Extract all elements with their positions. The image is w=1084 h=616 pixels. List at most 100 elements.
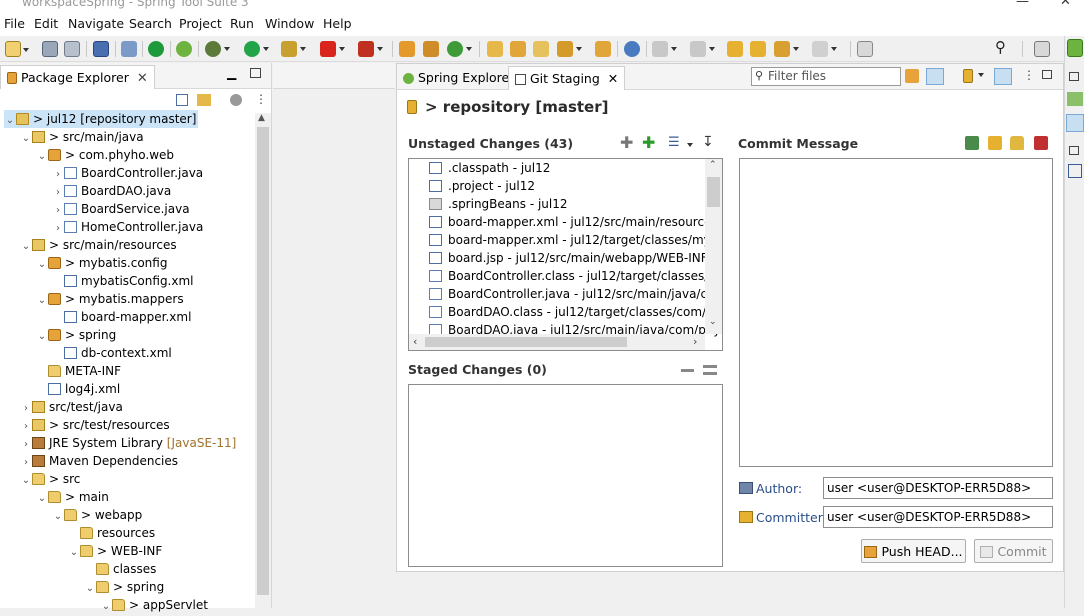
tree-item[interactable]: › BoardService.java bbox=[52, 200, 190, 218]
repository-icon[interactable] bbox=[963, 69, 973, 83]
open-folder-icon[interactable] bbox=[533, 41, 549, 57]
chevron-down-icon[interactable]: ⌄ bbox=[52, 508, 64, 526]
git-repos-icon[interactable] bbox=[1066, 114, 1084, 132]
stop-icon[interactable] bbox=[320, 41, 345, 57]
new-class-icon[interactable] bbox=[447, 41, 472, 57]
forward-edit-icon[interactable] bbox=[750, 41, 766, 57]
filter-view-icon[interactable] bbox=[230, 94, 242, 106]
save-icon[interactable] bbox=[42, 41, 58, 57]
unstaged-file-row[interactable]: board.jsp - jul12/src/main/webapp/WEB-IN… bbox=[429, 249, 722, 267]
chevron-down-icon[interactable]: ⌄ bbox=[20, 238, 32, 256]
view-menu-icon[interactable]: ⋮ bbox=[1023, 68, 1035, 82]
back-icon[interactable] bbox=[774, 41, 799, 57]
tree-item[interactable]: ⌄ > appServlet bbox=[100, 596, 208, 614]
deploy-icon[interactable] bbox=[358, 41, 383, 57]
spring-perspective-icon[interactable] bbox=[1067, 39, 1083, 57]
link-icon[interactable] bbox=[121, 41, 137, 57]
tree-item[interactable]: › HomeController.java bbox=[52, 218, 203, 236]
chevron-down-icon[interactable]: ⌄ bbox=[36, 148, 48, 166]
chevron-down-icon[interactable]: ⌄ bbox=[4, 112, 16, 130]
restore-icon[interactable] bbox=[1069, 72, 1079, 81]
tree-item[interactable]: ⌄ > mybatis.mappers bbox=[36, 290, 184, 308]
tree-item[interactable]: › BoardController.java bbox=[52, 164, 203, 182]
commit-message-input[interactable] bbox=[739, 158, 1053, 467]
prev-annotation-icon[interactable] bbox=[690, 41, 715, 57]
tree-item[interactable]: ⌄ > webapp bbox=[52, 506, 142, 524]
scroll-down-icon[interactable]: ⌄ bbox=[709, 317, 717, 327]
staged-list[interactable] bbox=[408, 384, 723, 567]
chevron-down-icon[interactable]: ⌄ bbox=[20, 472, 32, 490]
menu-run[interactable]: Run bbox=[230, 16, 254, 31]
chevron-down-icon[interactable]: ⌄ bbox=[20, 130, 32, 148]
lock-icon[interactable] bbox=[1010, 136, 1024, 150]
forward-icon[interactable] bbox=[812, 41, 837, 57]
chevron-down-icon[interactable]: ⌄ bbox=[36, 292, 48, 310]
minimize-button[interactable]: — bbox=[1016, 0, 1029, 9]
chevron-down-icon[interactable] bbox=[978, 73, 984, 77]
minimize-view-icon[interactable] bbox=[1042, 70, 1052, 79]
unstaged-file-row[interactable]: board-mapper.xml - jul12/target/classes/… bbox=[429, 231, 722, 249]
open-task-icon[interactable] bbox=[510, 41, 526, 57]
left-scrollbar-thumb[interactable] bbox=[257, 127, 269, 595]
sign-off-icon[interactable] bbox=[1034, 136, 1048, 150]
unstaged-file-row[interactable]: BoardController.java - jul12/src/main/ja… bbox=[429, 285, 722, 303]
tab-spring-explorer[interactable]: Spring Explorer bbox=[397, 66, 520, 90]
unstaged-file-row[interactable]: .classpath - jul12 bbox=[429, 159, 550, 177]
view-menu-icon[interactable]: ⋮ bbox=[255, 92, 267, 106]
list-view-icon[interactable]: ☰ bbox=[668, 136, 682, 151]
run-config-icon[interactable] bbox=[281, 41, 306, 57]
search-tool-icon[interactable] bbox=[557, 41, 582, 57]
unstaged-hscroll[interactable]: ‹ › bbox=[409, 334, 705, 350]
menu-edit[interactable]: Edit bbox=[34, 16, 58, 31]
open-type-icon[interactable] bbox=[487, 41, 503, 57]
unstaged-file-row[interactable]: board-mapper.xml - jul12/src/main/resour… bbox=[429, 213, 722, 231]
link-selection-icon[interactable] bbox=[926, 68, 944, 85]
collapse-all-icon[interactable] bbox=[176, 94, 188, 106]
last-edit-icon[interactable] bbox=[727, 41, 743, 57]
tree-item[interactable]: ⌄ > com.phyho.web bbox=[36, 146, 174, 164]
filter-files-input[interactable]: ⚲ Filter files bbox=[751, 67, 901, 86]
menu-navigate[interactable]: Navigate bbox=[68, 16, 124, 31]
add-icon[interactable]: ✚ bbox=[620, 135, 634, 151]
maximize-view-icon[interactable] bbox=[250, 68, 261, 78]
unstaged-file-row[interactable]: .project - jul12 bbox=[429, 177, 535, 195]
tree-item[interactable]: resources bbox=[68, 524, 155, 542]
outline-icon[interactable] bbox=[1068, 164, 1082, 178]
amend-icon[interactable] bbox=[988, 136, 1002, 150]
link-with-editor-icon[interactable] bbox=[197, 94, 211, 106]
chevron-down-icon[interactable]: ⌄ bbox=[100, 598, 112, 616]
menu-help[interactable]: Help bbox=[323, 16, 352, 31]
remove-icon[interactable] bbox=[681, 369, 694, 372]
tree-item[interactable]: board-mapper.xml bbox=[52, 308, 191, 326]
tree-item[interactable]: › src/test/java bbox=[20, 398, 123, 416]
pin-editor-icon[interactable] bbox=[857, 41, 873, 57]
close-window-button[interactable]: ✕ bbox=[1060, 0, 1071, 9]
left-scrollbar[interactable]: ▲ bbox=[255, 113, 271, 608]
debug-icon[interactable] bbox=[205, 41, 230, 57]
refresh-icon[interactable] bbox=[905, 69, 919, 83]
tree-item[interactable]: › BoardDAO.java bbox=[52, 182, 171, 200]
next-annotation-icon[interactable] bbox=[652, 41, 677, 57]
tree-item[interactable]: › Maven Dependencies bbox=[20, 452, 178, 470]
tree-item[interactable]: ⌄ > jul12 [repository master] bbox=[4, 110, 199, 130]
save-all-icon[interactable] bbox=[64, 41, 80, 57]
tree-item[interactable]: ⌄ > spring bbox=[36, 326, 116, 344]
tree-item[interactable]: › > src/test/resources bbox=[20, 416, 170, 434]
globe-icon[interactable] bbox=[624, 41, 640, 57]
unstaged-vscroll-thumb[interactable] bbox=[707, 177, 720, 207]
scroll-left-icon[interactable]: ‹ bbox=[413, 335, 417, 348]
layout-icon[interactable] bbox=[994, 68, 1012, 85]
chevron-down-icon[interactable]: ⌄ bbox=[36, 328, 48, 346]
new-icon[interactable] bbox=[5, 41, 29, 57]
close-icon[interactable]: ✕ bbox=[608, 71, 618, 86]
spring-icon[interactable] bbox=[176, 41, 192, 57]
new-package-icon[interactable] bbox=[423, 41, 439, 57]
power-icon[interactable] bbox=[148, 41, 164, 57]
author-field[interactable]: user <user@DESKTOP-ERR5D88> bbox=[823, 477, 1053, 499]
unstaged-file-row[interactable]: BoardController.class - jul12/target/cla… bbox=[429, 267, 722, 285]
tree-item[interactable]: db-context.xml bbox=[52, 344, 172, 362]
tree-item[interactable]: ⌄ > src bbox=[20, 470, 81, 490]
tree-item[interactable]: mybatisConfig.xml bbox=[52, 272, 194, 290]
tree-item[interactable]: META-INF bbox=[36, 362, 121, 380]
minimize-view-icon[interactable]: ▁ bbox=[227, 66, 236, 80]
